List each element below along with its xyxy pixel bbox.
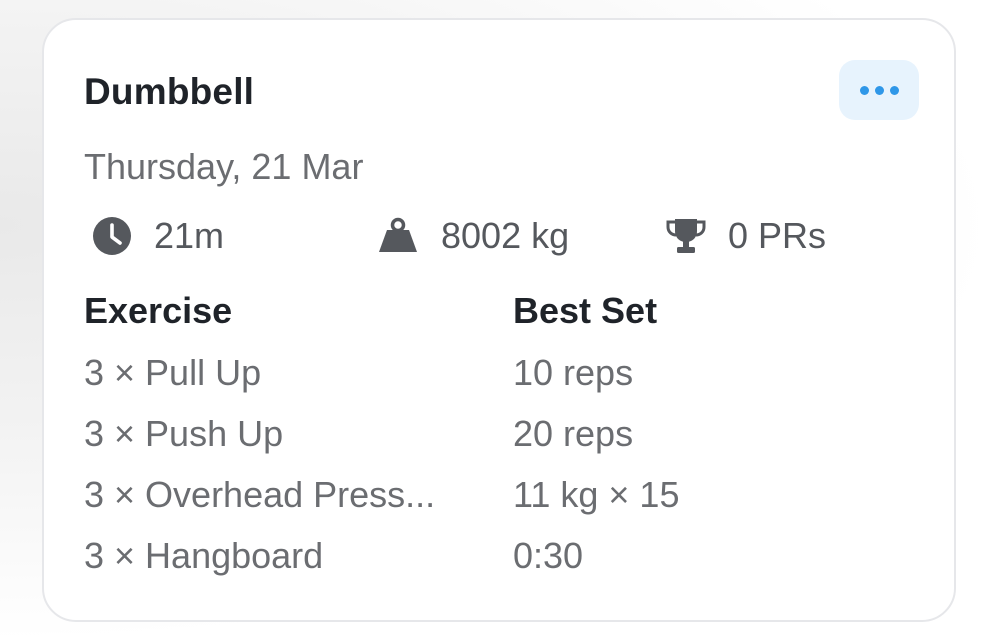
volume-value: 8002 kg bbox=[441, 215, 570, 256]
more-dots-icon bbox=[889, 85, 899, 95]
exercise-name: 3 × Hangboard bbox=[84, 535, 324, 576]
more-dots-icon bbox=[859, 85, 869, 95]
duration-stat: 21m bbox=[92, 214, 224, 258]
best-set-value: 11 kg × 15 bbox=[513, 474, 680, 515]
exercise-row: 3 × Push Up 20 reps bbox=[44, 408, 954, 460]
more-dots-icon bbox=[874, 85, 884, 95]
workout-title: Dumbbell bbox=[84, 71, 255, 112]
duration-value: 21m bbox=[154, 215, 225, 256]
exercise-name: 3 × Pull Up bbox=[84, 352, 262, 393]
trophy-icon bbox=[664, 216, 708, 256]
workout-date: Thursday, 21 Mar bbox=[84, 146, 364, 187]
best-set-value: 0:30 bbox=[513, 535, 584, 576]
prs-stat: 0 PRs bbox=[664, 214, 826, 258]
exercise-row: 3 × Hangboard 0:30 bbox=[44, 530, 954, 582]
weight-icon bbox=[377, 216, 419, 256]
more-options-button[interactable] bbox=[839, 60, 919, 120]
best-set-value: 20 reps bbox=[513, 413, 634, 454]
clock-icon bbox=[92, 216, 132, 256]
exercise-name: 3 × Overhead Press... bbox=[84, 474, 436, 515]
best-set-value: 10 reps bbox=[513, 352, 634, 393]
volume-stat: 8002 kg bbox=[377, 214, 569, 258]
exercise-row: 3 × Pull Up 10 reps bbox=[44, 347, 954, 399]
workout-card[interactable]: Dumbbell Thursday, 21 Mar 21m 8002 kg 0 … bbox=[42, 18, 956, 622]
best-set-column-header: Best Set bbox=[513, 290, 658, 331]
exercise-name: 3 × Push Up bbox=[84, 413, 284, 454]
exercise-row: 3 × Overhead Press... 11 kg × 15 bbox=[44, 469, 954, 521]
prs-value: 0 PRs bbox=[728, 215, 827, 256]
exercise-column-header: Exercise bbox=[84, 290, 233, 331]
